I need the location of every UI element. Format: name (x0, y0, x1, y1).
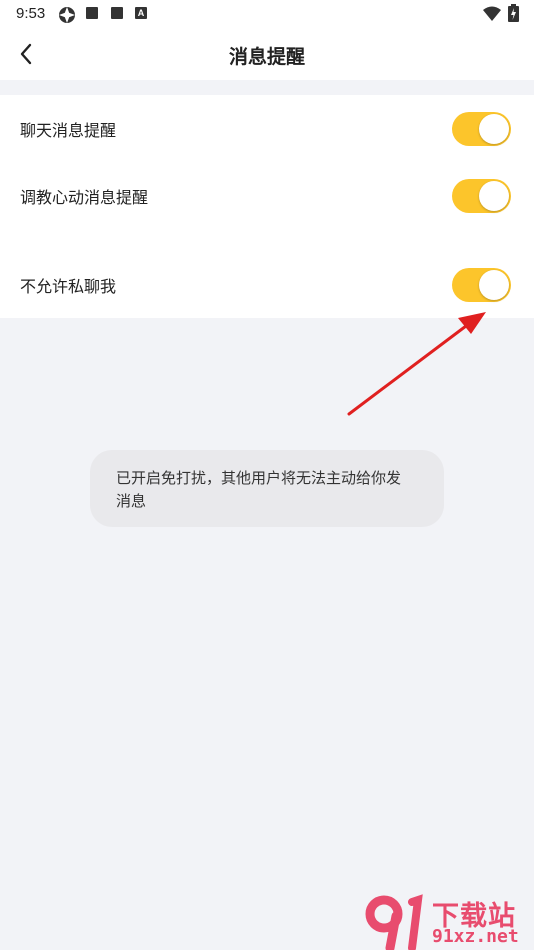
square-icon (111, 7, 123, 19)
app-bar: 消息提醒 (0, 28, 534, 80)
setting-label: 不允许私聊我 (20, 277, 117, 296)
settings-list: 聊天消息提醒 调教心动消息提醒 不允许私聊我 (0, 95, 534, 318)
toast-message: 已开启免打扰，其他用户将无法主动给你发 消息 (90, 450, 444, 527)
a-badge-icon: A (135, 7, 147, 19)
square-icon (86, 7, 98, 19)
block-private-chat-toggle[interactable] (452, 268, 511, 302)
battery-charging-icon (508, 4, 519, 22)
watermark-91-icon (365, 894, 423, 950)
toggle-knob (479, 114, 509, 144)
toast-line-1: 已开启免打扰，其他用户将无法主动给你发 (116, 469, 402, 487)
status-time: 9:53 (16, 5, 46, 22)
wifi-icon (483, 6, 501, 21)
chat-notification-toggle[interactable] (452, 112, 511, 146)
setting-label: 调教心动消息提醒 (20, 188, 149, 207)
setting-row-chat-notification: 聊天消息提醒 (0, 103, 534, 153)
aperture-icon (59, 7, 75, 23)
toast-line-2: 消息 (116, 492, 147, 510)
setting-row-heartbeat-notification: 调教心动消息提醒 (0, 170, 534, 220)
heartbeat-notification-toggle[interactable] (452, 179, 511, 213)
status-bar: 9:53 A (0, 0, 534, 28)
toggle-knob (479, 181, 509, 211)
watermark-domain: 91xz.net (432, 926, 519, 947)
page-title: 消息提醒 (228, 46, 305, 68)
setting-label: 聊天消息提醒 (20, 121, 117, 140)
watermark-logo: 下载站 91xz.net (360, 892, 534, 950)
setting-row-block-private-chat: 不允许私聊我 (0, 259, 534, 309)
toggle-knob (479, 270, 509, 300)
